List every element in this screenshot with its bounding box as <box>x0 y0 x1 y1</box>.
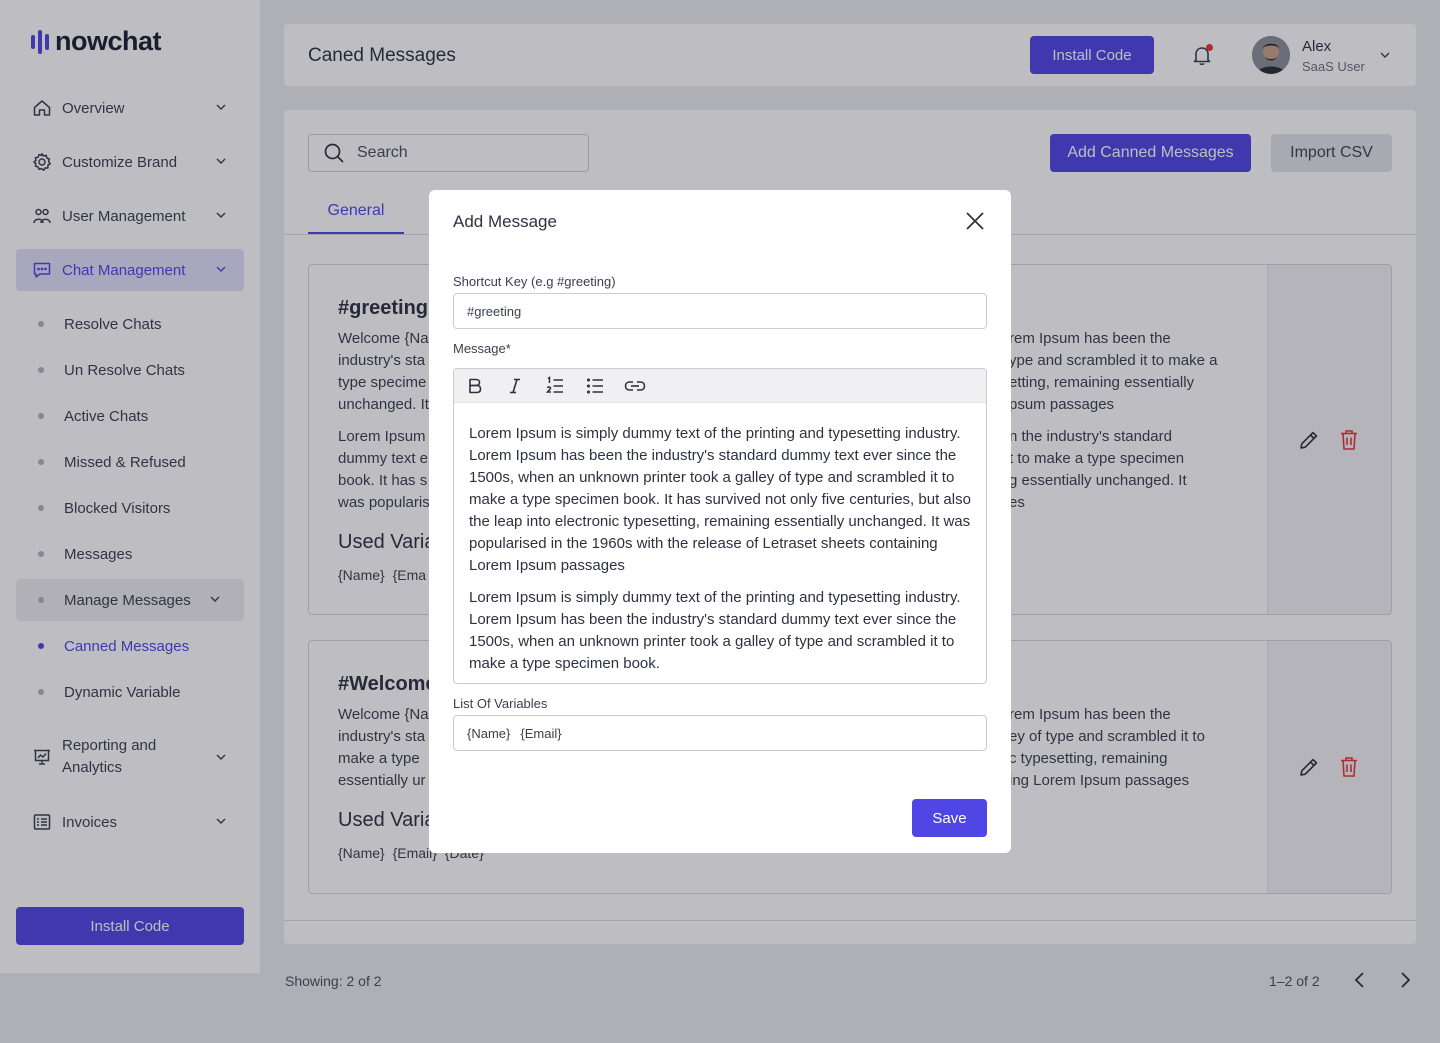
variable-chip: {Name} <box>467 725 511 741</box>
dialog-title: Add Message <box>453 212 557 231</box>
message-rich-text-editor[interactable]: Lorem Ipsum is simply dummy text of the … <box>453 368 987 684</box>
editor-content[interactable]: Lorem Ipsum is simply dummy text of the … <box>454 403 986 675</box>
editor-toolbar <box>454 369 986 403</box>
ordered-list-icon[interactable] <box>542 373 568 399</box>
editor-paragraph: Lorem Ipsum is simply dummy text of the … <box>469 425 971 574</box>
editor-paragraph: Lorem Ipsum is simply dummy text of the … <box>469 589 961 672</box>
close-icon[interactable] <box>963 209 987 233</box>
italic-icon[interactable] <box>502 373 528 399</box>
message-label: Message* <box>453 341 511 356</box>
bullet-list-icon[interactable] <box>582 373 608 399</box>
shortcut-key-label: Shortcut Key (e.g #greeting) <box>453 274 616 289</box>
variables-label: List Of Variables <box>453 696 548 711</box>
add-message-dialog: Add Message Shortcut Key (e.g #greeting)… <box>429 190 1011 853</box>
variables-input[interactable]: {Name} {Email} <box>453 715 987 751</box>
link-icon[interactable] <box>622 373 648 399</box>
shortcut-key-input[interactable]: #greeting <box>453 293 987 329</box>
save-button[interactable]: Save <box>912 799 987 837</box>
variable-chip: {Email} <box>520 725 562 741</box>
bold-icon[interactable] <box>462 373 488 399</box>
